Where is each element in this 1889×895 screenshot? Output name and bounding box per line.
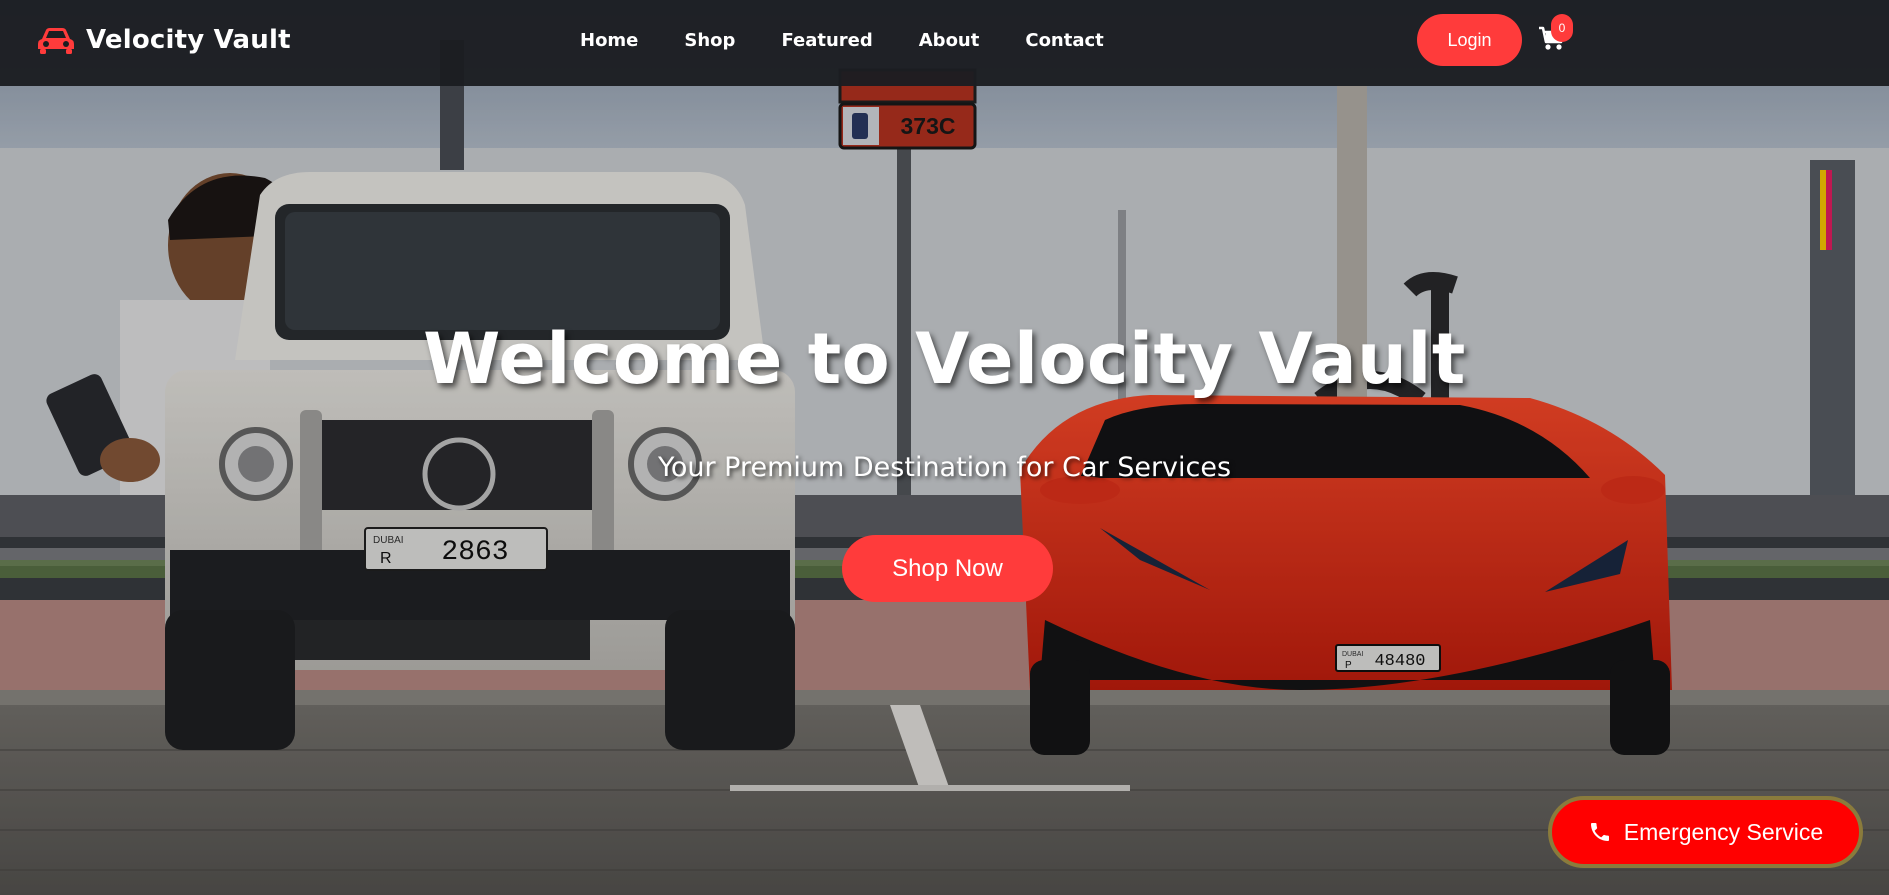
brand-name: Velocity Vault [86,25,291,55]
phone-icon [1590,823,1609,841]
emergency-service-label: Emergency Service [1623,818,1824,845]
emergency-service-button[interactable]: Emergency Service [1548,796,1863,868]
hero-title: Welcome to Velocity Vault [423,318,1466,400]
car-icon [38,28,74,54]
hero-section: 373C DUBAI R 2863 DUBAI P 48480 Welcome … [0,0,1889,895]
nav-link-about[interactable]: About [919,30,980,51]
main-nav: Home Shop Featured About Contact [560,0,1104,80]
hero-overlay [0,0,1889,895]
hero-subtitle: Your Premium Destination for Car Service… [657,452,1232,483]
nav-link-home[interactable]: Home [580,30,638,51]
nav-link-contact[interactable]: Contact [1025,30,1103,51]
nav-link-featured[interactable]: Featured [781,30,872,51]
cart-count-badge: 0 [1551,14,1573,42]
nav-link-shop[interactable]: Shop [684,30,735,51]
login-button[interactable]: Login [1417,14,1522,66]
top-navbar: Velocity Vault Home Shop Featured About … [0,0,1889,86]
shop-now-button[interactable]: Shop Now [842,535,1053,602]
brand-logo[interactable]: Velocity Vault [36,20,291,60]
